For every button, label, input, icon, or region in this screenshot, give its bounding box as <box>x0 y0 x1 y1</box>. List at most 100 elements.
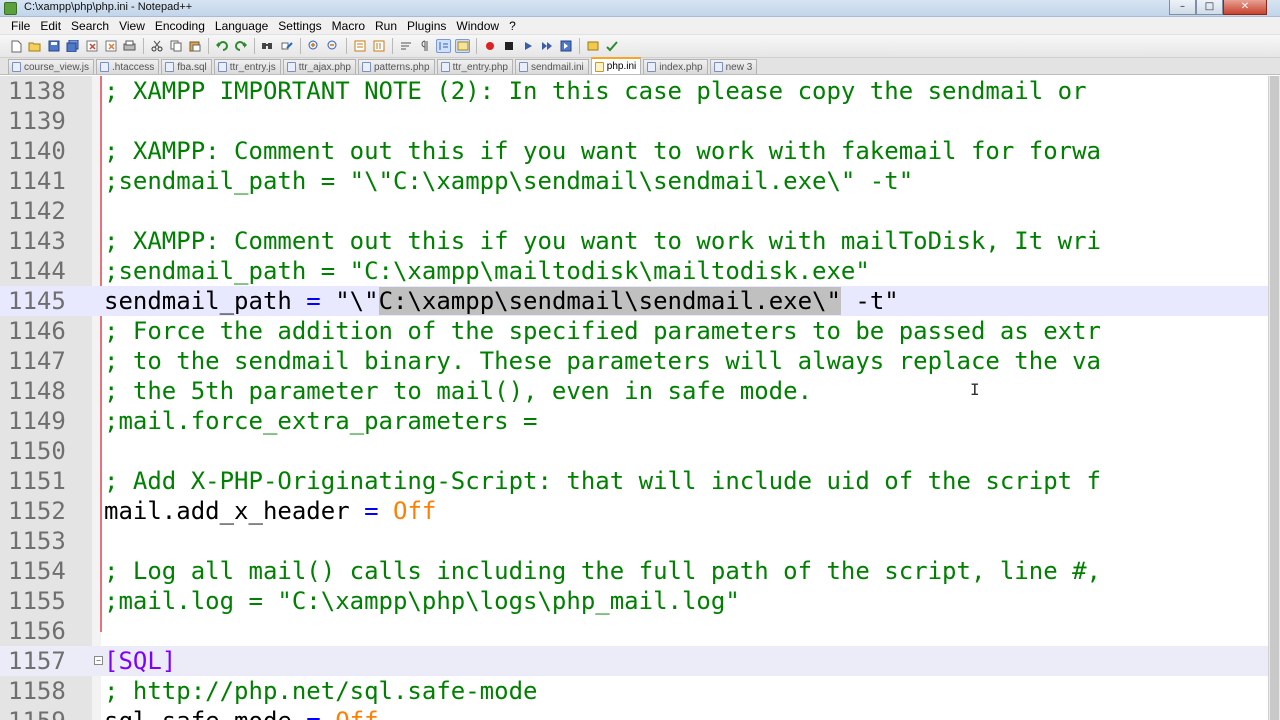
play-multiple-icon[interactable] <box>539 39 554 53</box>
stop-record-icon[interactable] <box>501 39 516 53</box>
launch-in-browser-icon[interactable] <box>585 39 600 53</box>
code-line[interactable]: 1146 ; Force the addition of the specifi… <box>0 316 1268 346</box>
tab-index-php[interactable]: index.php <box>643 59 708 74</box>
menu-encoding[interactable]: Encoding <box>150 17 210 35</box>
tab-label: new 3 <box>725 61 753 73</box>
play-macro-icon[interactable] <box>520 39 535 53</box>
save-icon[interactable] <box>46 39 61 53</box>
menu-settings[interactable]: Settings <box>273 17 326 35</box>
code-line[interactable]: 1141 ;sendmail_path = "\"C:\xampp\sendma… <box>0 166 1268 196</box>
indent-guide-icon[interactable] <box>436 39 451 53</box>
file-icon <box>647 62 657 72</box>
vertical-scrollbar[interactable] <box>1268 76 1280 720</box>
menu-file[interactable]: File <box>6 17 35 35</box>
code-line[interactable]: 1154 ; Log all mail() calls including th… <box>0 556 1268 586</box>
code-line[interactable]: 1151 ; Add X-PHP-Originating-Script: tha… <box>0 466 1268 496</box>
word-wrap-icon[interactable] <box>398 39 413 53</box>
ini-operator: = <box>306 707 320 720</box>
tab-ttr-ajax-php[interactable]: ttr_ajax.php <box>282 59 356 74</box>
scrollbar-thumb[interactable] <box>1270 76 1279 720</box>
line-number: 1146 <box>8 317 66 345</box>
code-line[interactable]: 1156 <box>0 616 1268 646</box>
code-line[interactable]: 1158 ; http://php.net/sql.safe-mode <box>0 676 1268 706</box>
toolbar-separator <box>208 38 209 54</box>
code-line[interactable]: 1149 ;mail.force_extra_parameters = <box>0 406 1268 436</box>
replace-icon[interactable] <box>279 39 294 53</box>
line-number: 1141 <box>8 167 66 195</box>
spell-check-icon[interactable] <box>604 39 619 53</box>
open-file-icon[interactable] <box>27 39 42 53</box>
toolbar-separator <box>476 38 477 54</box>
undo-icon[interactable] <box>214 39 229 53</box>
user-language-icon[interactable] <box>455 39 470 53</box>
save-all-icon[interactable] <box>65 39 80 53</box>
paste-icon[interactable] <box>187 39 202 53</box>
tab-fba-sql[interactable]: fba.sql <box>161 59 212 74</box>
code-line[interactable]: 1138 ; XAMPP IMPORTANT NOTE (2): In this… <box>0 76 1268 106</box>
code-line[interactable]: 1144 ;sendmail_path = "C:\xampp\mailtodi… <box>0 256 1268 286</box>
tab-ttr-entry-php[interactable]: ttr_entry.php <box>436 59 513 74</box>
code-line[interactable]: 1153 <box>0 526 1268 556</box>
line-number: 1156 <box>8 617 66 645</box>
code-line[interactable]: 1147 ; to the sendmail binary. These par… <box>0 346 1268 376</box>
menu-window[interactable]: Window <box>451 17 504 35</box>
fold-toggle-icon[interactable]: − <box>94 656 103 665</box>
new-file-icon[interactable] <box>8 39 23 53</box>
line-text: mail.add_x_header = Off <box>104 496 436 526</box>
code-line[interactable]: 1139 <box>0 106 1268 136</box>
current-code-line[interactable]: 1145 sendmail_path = "\"C:\xampp\sendmai… <box>0 286 1268 316</box>
close-all-icon[interactable] <box>103 39 118 53</box>
menu-edit[interactable]: Edit <box>35 17 66 35</box>
close-button[interactable]: ✕ <box>1223 0 1267 15</box>
tab-new-3[interactable]: new 3 <box>709 59 758 74</box>
menu-language[interactable]: Language <box>210 17 273 35</box>
code-line[interactable]: 1157 − [SQL] <box>0 646 1268 676</box>
window-controls: – □ ✕ <box>1169 0 1267 15</box>
code-line[interactable]: 1159 sql.safe_mode = Off <box>0 706 1268 720</box>
menu-run[interactable]: Run <box>370 17 402 35</box>
ini-key: sql.safe_mode <box>104 707 292 720</box>
line-number: 1158 <box>8 677 66 705</box>
redo-icon[interactable] <box>233 39 248 53</box>
copy-icon[interactable] <box>168 39 183 53</box>
toolbar-separator <box>254 38 255 54</box>
menu-macro[interactable]: Macro <box>327 17 370 35</box>
zoom-out-icon[interactable] <box>325 39 340 53</box>
text-cursor-icon: I <box>970 380 980 399</box>
tab-label: sendmail.ini <box>530 61 584 73</box>
tab-ttr-entry-js[interactable]: ttr_entry.js <box>213 59 281 74</box>
code-line[interactable]: 1150 <box>0 436 1268 466</box>
find-icon[interactable] <box>260 39 275 53</box>
save-macro-icon[interactable] <box>558 39 573 53</box>
code-line[interactable]: 1148 ; the 5th parameter to mail(), even… <box>0 376 1268 406</box>
sync-horizontal-icon[interactable] <box>371 39 386 53</box>
text-selection[interactable]: C:\xampp\sendmail\sendmail.exe\" <box>378 287 841 315</box>
tab-patterns-php[interactable]: patterns.php <box>357 59 435 74</box>
ini-value-prefix: "\" <box>335 287 379 315</box>
menu-help[interactable]: ? <box>504 17 521 35</box>
code-line[interactable]: 1155 ;mail.log = "C:\xampp\php\logs\php_… <box>0 586 1268 616</box>
sync-vertical-icon[interactable] <box>352 39 367 53</box>
tab-php-ini[interactable]: php.ini <box>590 57 642 74</box>
record-macro-icon[interactable] <box>482 39 497 53</box>
code-line[interactable]: 1140 ; XAMPP: Comment out this if you wa… <box>0 136 1268 166</box>
zoom-in-icon[interactable] <box>306 39 321 53</box>
menu-view[interactable]: View <box>114 17 150 35</box>
menu-plugins[interactable]: Plugins <box>402 17 451 35</box>
tab-sendmail-ini[interactable]: sendmail.ini <box>514 59 589 74</box>
minimize-button[interactable]: – <box>1169 0 1196 15</box>
tab-course-view-js[interactable]: course_view.js <box>8 59 95 74</box>
close-icon[interactable] <box>84 39 99 53</box>
maximize-button[interactable]: □ <box>1196 0 1223 15</box>
tab-htaccess[interactable]: .htaccess <box>96 59 160 74</box>
menu-search[interactable]: Search <box>66 17 114 35</box>
code-editor[interactable]: 1138 ; XAMPP IMPORTANT NOTE (2): In this… <box>0 76 1268 720</box>
tab-label: course_view.js <box>24 61 90 73</box>
line-text: ; Add X-PHP-Originating-Script: that wil… <box>104 467 1101 495</box>
show-all-chars-icon[interactable] <box>417 39 432 53</box>
code-line[interactable]: 1152 mail.add_x_header = Off <box>0 496 1268 526</box>
print-icon[interactable] <box>122 39 137 53</box>
cut-icon[interactable] <box>149 39 164 53</box>
code-line[interactable]: 1142 <box>0 196 1268 226</box>
code-line[interactable]: 1143 ; XAMPP: Comment out this if you wa… <box>0 226 1268 256</box>
